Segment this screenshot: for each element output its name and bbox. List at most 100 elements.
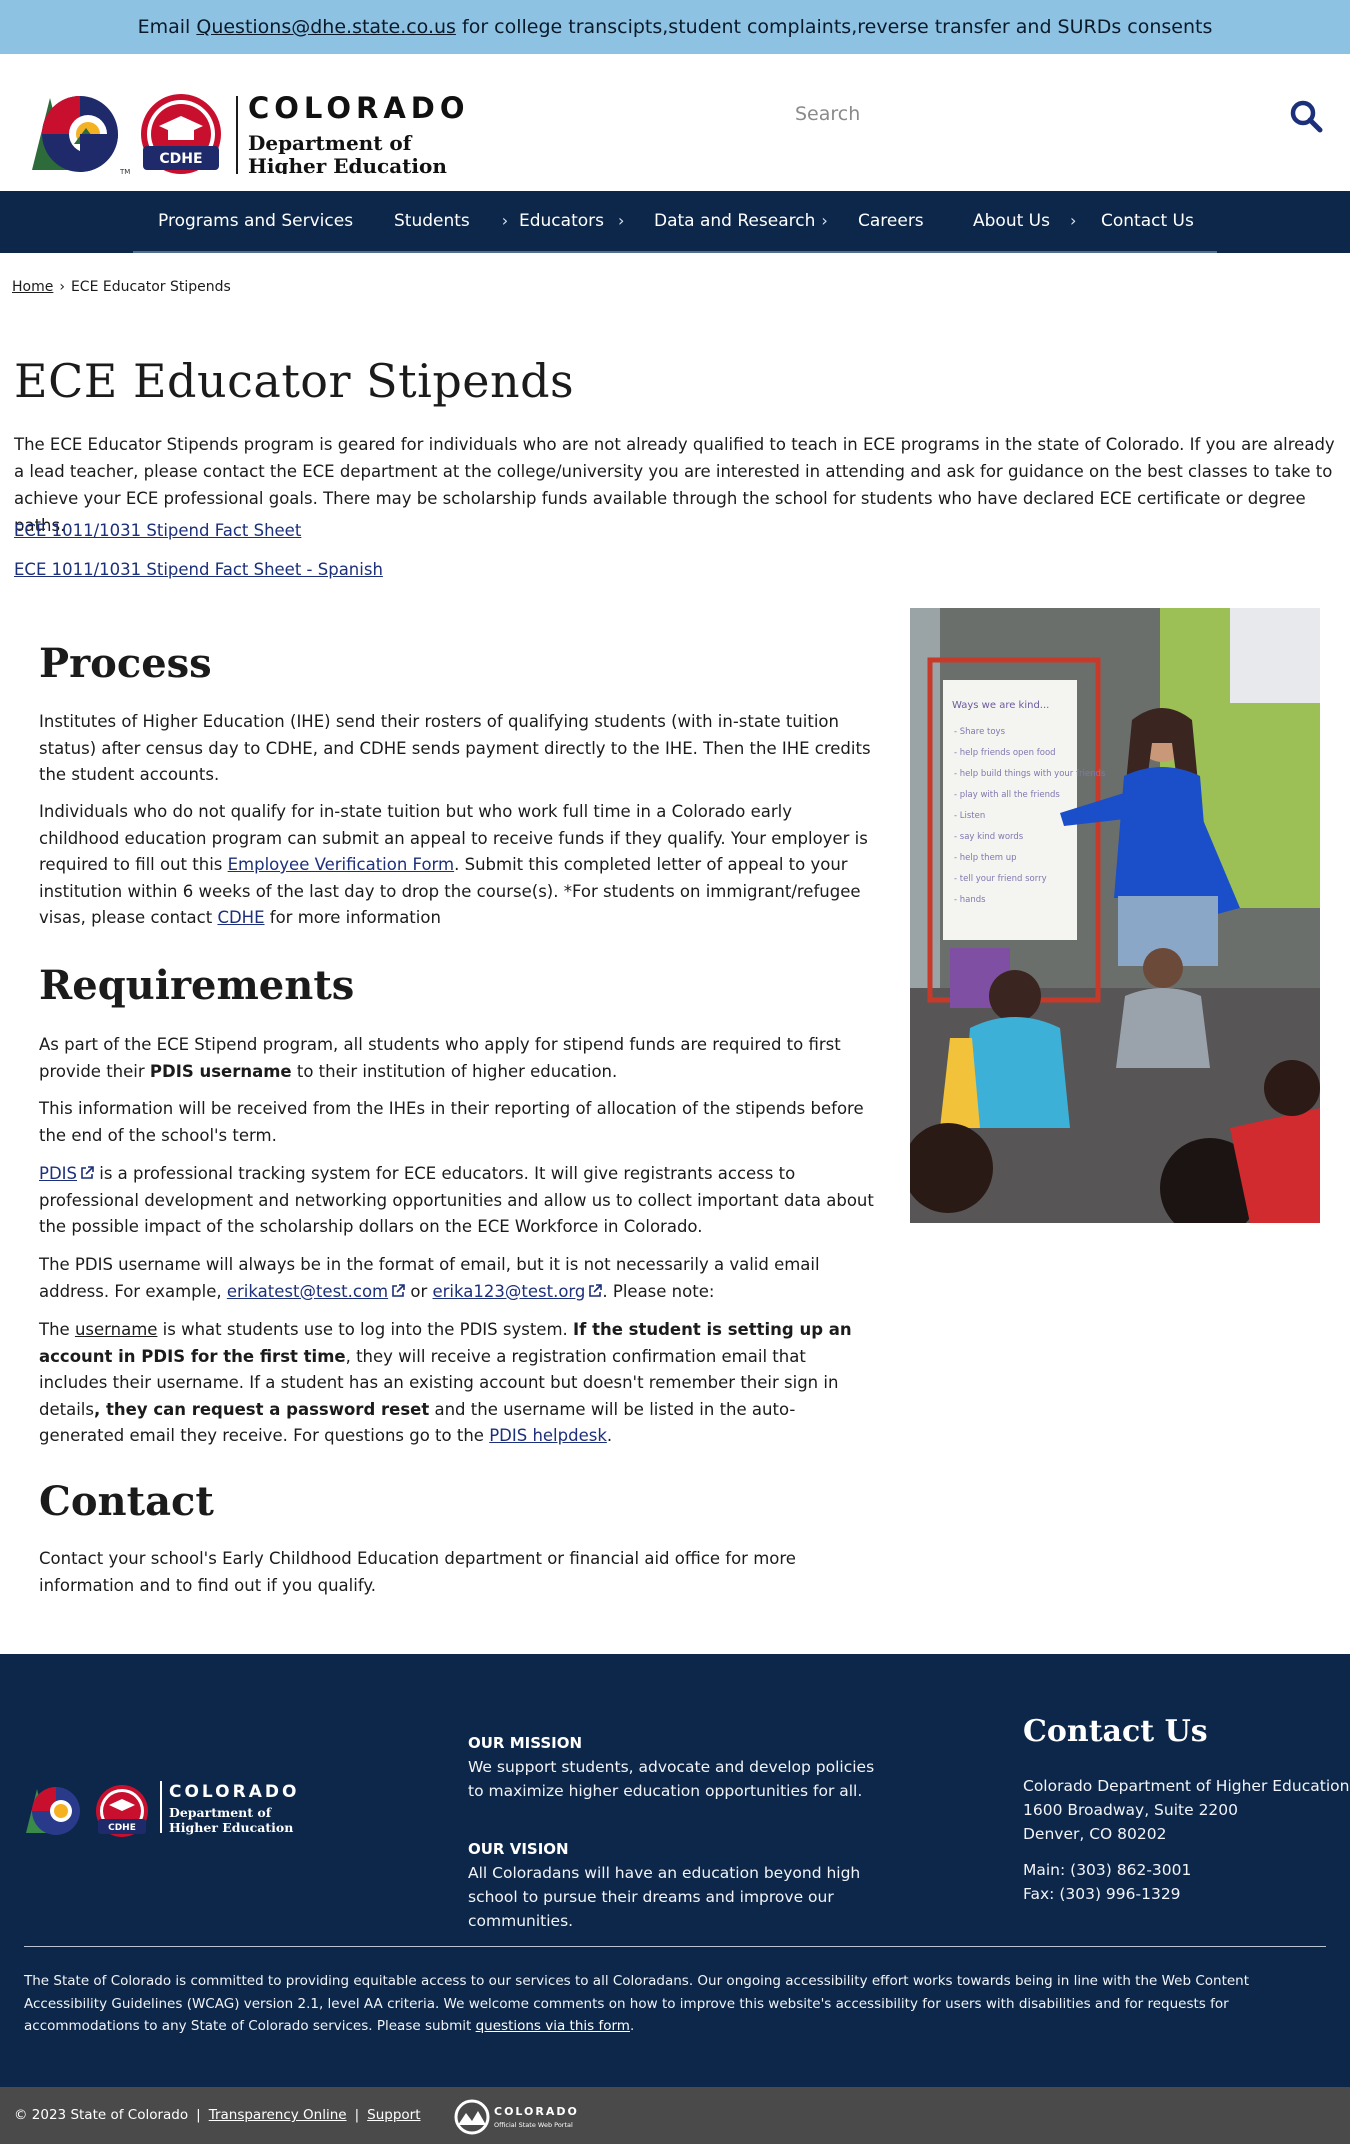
svg-text:COLORADO: COLORADO	[169, 1782, 299, 1802]
alert-suffix: for college transcipts,student complaint…	[455, 16, 1213, 38]
requirements-paragraph-3: PDIS is a professional tracking system f…	[39, 1164, 874, 1236]
search-button[interactable]	[1288, 99, 1324, 135]
separator: |	[196, 2107, 201, 2123]
search-input[interactable]	[795, 84, 1255, 144]
svg-text:CDHE: CDHE	[108, 1823, 136, 1833]
flip-chart-line: - help them up	[954, 853, 1017, 863]
cdhe-logo[interactable]: TM CDHE COLORADO Department of Higher Ed…	[28, 74, 488, 174]
employee-verification-form-link[interactable]: Employee Verification Form	[228, 855, 454, 874]
nav-label: Programs and Services	[158, 211, 354, 231]
vision-text: All Coloradans will have an education be…	[468, 1864, 861, 1930]
nav-students[interactable]: Students ›	[394, 191, 508, 253]
chevron-right-icon[interactable]: ›	[1070, 191, 1076, 251]
requirements-paragraph-2: This information will be received from t…	[39, 1099, 864, 1145]
pdis-helpdesk-link[interactable]: PDIS helpdesk	[489, 1426, 607, 1445]
flip-chart-line: - help build things with your friends	[954, 769, 1106, 779]
vision-heading: OUR VISION	[468, 1840, 569, 1858]
chevron-right-icon[interactable]: ›	[618, 191, 624, 251]
footer-address-line-1: 1600 Broadway, Suite 2200	[1023, 1801, 1239, 1819]
alert-prefix: Email	[137, 16, 197, 38]
nav-about-us[interactable]: About Us ›	[973, 191, 1076, 253]
nav-label: Students	[394, 211, 470, 231]
page-title: ECE Educator Stipends	[14, 354, 575, 408]
support-link[interactable]: Support	[367, 2107, 420, 2123]
footer-contact-heading: Contact Us	[1023, 1714, 1208, 1749]
breadcrumb-home-link[interactable]: Home	[12, 279, 53, 295]
footer-divider	[24, 1946, 1326, 1947]
bottom-bar: © 2023 State of Colorado | Transparency On…	[0, 2087, 1350, 2144]
process-paragraph-1: Institutes of Higher Education (IHE) sen…	[39, 712, 871, 784]
username-term: username	[74, 1320, 158, 1339]
fact-sheet-spanish-link[interactable]: ECE 1011/1031 Stipend Fact Sheet - Spani…	[14, 560, 383, 579]
pdis-link[interactable]: PDIS	[39, 1164, 94, 1183]
requirements-paragraph-4: The PDIS username will always be in the …	[39, 1255, 820, 1301]
contact-heading: Contact	[39, 1478, 214, 1525]
svg-text:Ways we are kind...: Ways we are kind...	[952, 700, 1049, 711]
svg-text:COLORADO: COLORADO	[248, 91, 470, 125]
footer-org-name: Colorado Department of Higher Education	[1023, 1777, 1350, 1795]
svg-text:Department of: Department of	[248, 131, 413, 155]
colorado-official-portal-logo[interactable]: COLORADO Official State Web Portal	[452, 2095, 597, 2137]
alert-email-link[interactable]: Questions@dhe.state.co.us	[196, 16, 456, 38]
site-footer: CDHE COLORADO Department of Higher Educa…	[0, 1654, 1350, 2087]
search-icon	[1290, 100, 1323, 133]
copyright-line: © 2023 State of Colorado | Transparency On…	[14, 2107, 421, 2123]
breadcrumb-current: ECE Educator Stipends	[70, 279, 231, 295]
nav-label: About Us	[973, 211, 1050, 231]
requirements-paragraph-5: The username is what students use to log…	[39, 1320, 852, 1445]
flip-chart-line: - Share toys	[954, 727, 1006, 737]
flip-chart-line: - help friends open food	[954, 748, 1056, 758]
separator: |	[354, 2107, 360, 2123]
transparency-online-link[interactable]: Transparency Online	[209, 2107, 347, 2123]
flip-chart-line: - play with all the friends	[954, 790, 1060, 800]
nav-label: Data and Research	[654, 211, 816, 231]
nav-programs-and-services[interactable]: Programs and Services	[158, 191, 353, 253]
breadcrumb-separator: ›	[59, 279, 65, 295]
requirements-heading: Requirements	[39, 962, 355, 1009]
requirements-paragraph-1: As part of the ECE Stipend program, all …	[39, 1035, 841, 1081]
cdhe-contact-link[interactable]: CDHE	[217, 908, 264, 927]
svg-text:Department of: Department of	[169, 1805, 273, 1820]
fact-sheet-link[interactable]: ECE 1011/1031 Stipend Fact Sheet	[14, 521, 301, 540]
accessibility-form-link[interactable]: questions via this form	[476, 2018, 630, 2034]
svg-text:Official State Web Portal: Official State Web Portal	[494, 2121, 573, 2129]
site-header: TM CDHE COLORADO Department of Higher Ed…	[0, 54, 1350, 191]
flip-chart-line: - say kind words	[954, 832, 1024, 842]
svg-text:COLORADO: COLORADO	[494, 2105, 579, 2118]
mission-text: We support students, advocate and develo…	[468, 1758, 875, 1800]
nav-label: Educators	[519, 211, 604, 231]
contact-paragraph: Contact your school's Early Childhood Ed…	[39, 1549, 796, 1595]
svg-text:Higher Education: Higher Education	[169, 1820, 293, 1835]
svg-text:TM: TM	[119, 168, 130, 174]
flip-chart-line: - tell your friend sorry	[954, 874, 1047, 884]
example-email-link-2[interactable]: erika123@test.org	[433, 1282, 603, 1301]
copyright-text: © 2023 State of Colorado	[14, 2107, 189, 2123]
footer-main-phone: Main: (303) 862-3001	[1023, 1861, 1192, 1879]
example-email-link-1[interactable]: erikatest@test.com	[227, 1282, 405, 1301]
svg-text:Higher Education: Higher Education	[248, 154, 447, 174]
chevron-right-icon[interactable]: ›	[502, 191, 508, 251]
mission-heading: OUR MISSION	[468, 1734, 583, 1752]
main-nav: Programs and Services Students › Educator…	[0, 191, 1350, 253]
footer-fax: Fax: (303) 996-1329	[1023, 1885, 1181, 1903]
accessibility-statement: The State of Colorado is committed to pr…	[24, 1973, 1250, 2034]
nav-contact-us[interactable]: Contact Us	[1101, 191, 1194, 253]
chevron-right-icon[interactable]: ›	[821, 191, 827, 251]
external-link-icon	[81, 1166, 94, 1179]
nav-educators[interactable]: Educators ›	[519, 191, 624, 253]
nav-label: Careers	[858, 211, 924, 231]
nav-data-and-research[interactable]: Data and Research ›	[654, 191, 828, 253]
external-link-icon	[392, 1283, 405, 1297]
external-link-icon	[589, 1283, 603, 1297]
process-paragraph-2: Individuals who do not qualify for in-st…	[39, 802, 868, 927]
flip-chart-line: - hands	[954, 895, 986, 905]
footer-address-line-2: Denver, CO 80202	[1023, 1825, 1167, 1843]
nav-careers[interactable]: Careers	[858, 191, 924, 253]
classroom-photo: Ways we are kind... - Share toys - help f…	[910, 608, 1320, 1223]
svg-text:CDHE: CDHE	[159, 151, 202, 167]
footer-cdhe-logo[interactable]: CDHE COLORADO Department of Higher Educa…	[24, 1771, 334, 1837]
flip-chart-line: - Listen	[954, 811, 985, 821]
alert-banner: Email Questions@dhe.state.co.us for coll…	[0, 0, 1350, 54]
process-heading: Process	[39, 640, 212, 687]
breadcrumb: Home › ECE Educator Stipends	[12, 279, 231, 295]
